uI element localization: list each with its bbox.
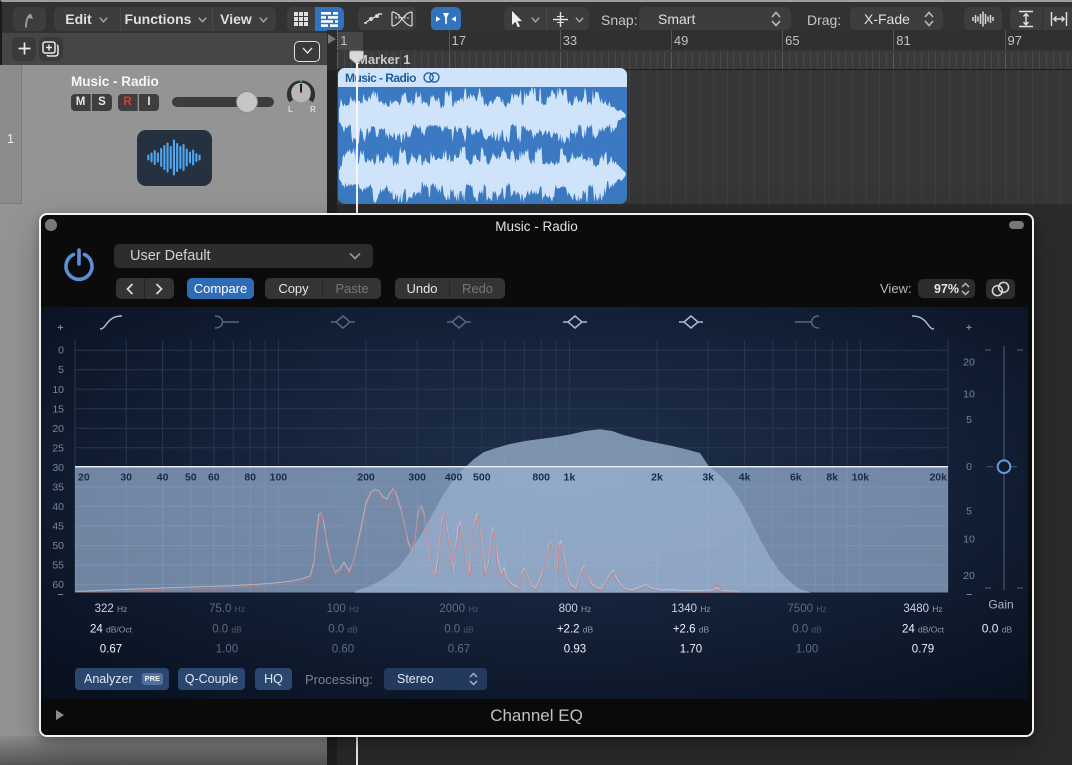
svg-text:7500 Hz: 7500 Hz (788, 603, 827, 615)
svg-text:25: 25 (53, 442, 65, 454)
svg-text:45: 45 (53, 521, 65, 533)
svg-text:Gain: Gain (989, 598, 1014, 612)
svg-text:20k: 20k (930, 472, 948, 484)
svg-text:+2.6 dB: +2.6 dB (673, 624, 710, 636)
svg-text:500: 500 (473, 472, 491, 484)
svg-text:200: 200 (358, 472, 376, 484)
svg-text:50: 50 (53, 540, 65, 552)
svg-text:60: 60 (53, 579, 65, 591)
svg-text:3480 Hz: 3480 Hz (904, 603, 943, 615)
svg-text:10: 10 (53, 384, 65, 396)
svg-text:30: 30 (53, 462, 65, 474)
svg-text:4k: 4k (739, 472, 751, 484)
svg-text:0.67: 0.67 (100, 644, 122, 656)
svg-text:+: + (966, 322, 972, 334)
svg-text:0.67: 0.67 (448, 644, 470, 656)
svg-text:1.00: 1.00 (216, 644, 238, 656)
svg-text:20: 20 (78, 472, 90, 484)
svg-text:6k: 6k (790, 472, 802, 484)
svg-text:75.0 Hz: 75.0 Hz (209, 603, 245, 615)
svg-text:0.79: 0.79 (912, 644, 934, 656)
svg-text:1.70: 1.70 (680, 644, 702, 656)
svg-text:+: + (58, 322, 64, 334)
svg-text:400: 400 (445, 472, 463, 484)
svg-text:5: 5 (966, 414, 972, 426)
svg-text:24 dB/Oct: 24 dB/Oct (902, 624, 945, 636)
svg-text:80: 80 (245, 472, 257, 484)
svg-text:60: 60 (208, 472, 220, 484)
svg-text:1.00: 1.00 (796, 644, 818, 656)
svg-text:10k: 10k (852, 472, 870, 484)
svg-text:0.0 dB: 0.0 dB (982, 622, 1013, 636)
svg-text:15: 15 (53, 403, 65, 415)
svg-text:2k: 2k (652, 472, 664, 484)
svg-text:55: 55 (53, 560, 65, 572)
svg-text:100 Hz: 100 Hz (327, 603, 360, 615)
svg-text:0.60: 0.60 (332, 644, 354, 656)
svg-text:35: 35 (53, 481, 65, 493)
svg-text:0.93: 0.93 (564, 644, 586, 656)
svg-text:20: 20 (964, 570, 976, 582)
svg-text:5: 5 (966, 506, 972, 518)
svg-text:24 dB/Oct: 24 dB/Oct (90, 624, 133, 636)
svg-text:20: 20 (53, 423, 65, 435)
svg-text:+2.2 dB: +2.2 dB (557, 624, 594, 636)
svg-text:0: 0 (59, 345, 65, 357)
svg-text:8k: 8k (827, 472, 839, 484)
svg-text:10: 10 (964, 389, 976, 401)
svg-text:40: 40 (53, 501, 65, 513)
svg-text:–: – (966, 588, 972, 600)
svg-text:0.0 dB: 0.0 dB (445, 624, 475, 636)
svg-text:40: 40 (157, 472, 169, 484)
svg-text:L: L (288, 105, 293, 114)
svg-text:800 Hz: 800 Hz (559, 603, 592, 615)
svg-text:300: 300 (409, 472, 427, 484)
svg-text:800: 800 (533, 472, 551, 484)
svg-text:20: 20 (964, 356, 976, 368)
svg-text:0.0 dB: 0.0 dB (793, 624, 823, 636)
svg-text:322 Hz: 322 Hz (95, 603, 128, 615)
svg-text:2000 Hz: 2000 Hz (440, 603, 479, 615)
svg-text:0.0 dB: 0.0 dB (213, 624, 243, 636)
svg-text:50: 50 (185, 472, 197, 484)
svg-text:5: 5 (59, 364, 65, 376)
svg-text:10: 10 (964, 534, 976, 546)
svg-text:R: R (310, 105, 316, 114)
svg-text:0.0 dB: 0.0 dB (329, 624, 359, 636)
svg-text:1k: 1k (564, 472, 576, 484)
svg-text:0: 0 (966, 461, 972, 473)
svg-text:3k: 3k (703, 472, 715, 484)
svg-text:100: 100 (270, 472, 288, 484)
svg-text:1340 Hz: 1340 Hz (672, 603, 711, 615)
svg-text:30: 30 (121, 472, 133, 484)
